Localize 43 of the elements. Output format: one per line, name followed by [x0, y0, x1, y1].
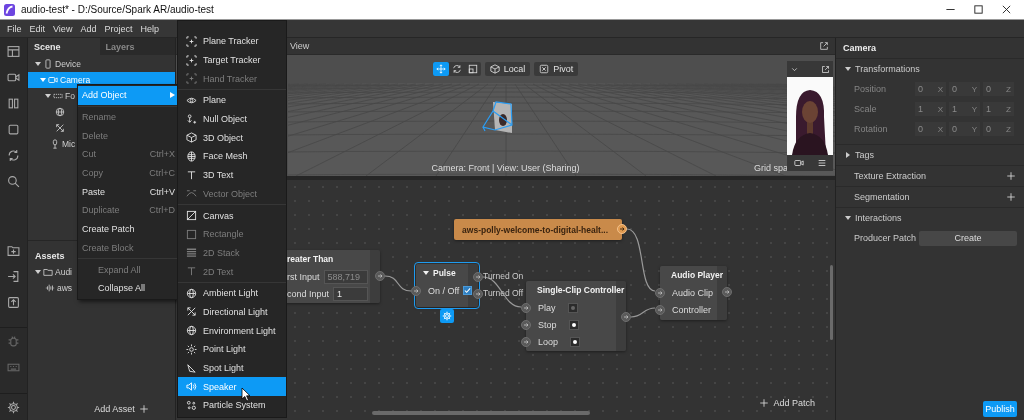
axis-label: Y — [971, 124, 977, 134]
port-label: Stop — [538, 319, 557, 330]
node-title: Pulse — [433, 268, 456, 278]
property-label: Position — [854, 84, 888, 94]
property-label: Rotation — [854, 124, 889, 134]
shortcut-label: Ctrl+C — [149, 168, 175, 179]
axis-label: X — [937, 84, 943, 94]
section-title: Transformations — [855, 64, 920, 74]
property-label: Scale — [854, 104, 878, 114]
status-text: Camera: Front | View: User (Sharing) — [431, 163, 580, 173]
panel-title: Assets — [35, 251, 65, 261]
port-label: cond Input — [287, 288, 330, 299]
port-label: rst Input — [287, 271, 320, 282]
axis-label: Y — [971, 104, 977, 114]
shortcut-label: Ctrl+X — [149, 149, 175, 160]
port-label: Play — [538, 302, 556, 313]
node-title: Audio Player — [671, 270, 723, 280]
section-title: Tags — [855, 150, 874, 160]
axis-label: Z — [1006, 84, 1011, 94]
output-label: Turned Off — [483, 288, 524, 298]
port-label: Loop — [538, 336, 559, 347]
shortcut-label: Ctrl+V — [149, 186, 175, 197]
panel-title: View — [290, 41, 310, 51]
axis-label: X — [937, 104, 943, 114]
shortcut-label: Ctrl+D — [149, 205, 175, 216]
section-title: Interactions — [855, 213, 902, 223]
axis-label: Z — [1006, 124, 1011, 134]
window-title: audio-test* - D:/Source/Spark AR/audio-test — [21, 4, 214, 15]
axis-label: Y — [971, 84, 977, 94]
port-label: Audio Clip — [672, 287, 714, 298]
property-label: Producer Patch — [854, 233, 915, 243]
port-label: On / Off — [428, 285, 460, 296]
node-title: reater Than — [287, 254, 334, 264]
section-title: Segmentation — [854, 192, 910, 202]
node-title: aws-polly-welcome-to-digital-healt... — [462, 224, 608, 235]
axis-label: Z — [1006, 104, 1011, 114]
output-label: Turned On — [483, 271, 524, 281]
port-label: Controller — [672, 304, 711, 315]
node-title: Single-Clip Controller — [537, 285, 625, 295]
inspector-title: Camera — [843, 43, 877, 53]
section-title: Texture Extraction — [854, 171, 927, 181]
axis-label: X — [937, 124, 943, 134]
grid-label: Grid spa — [754, 163, 788, 173]
